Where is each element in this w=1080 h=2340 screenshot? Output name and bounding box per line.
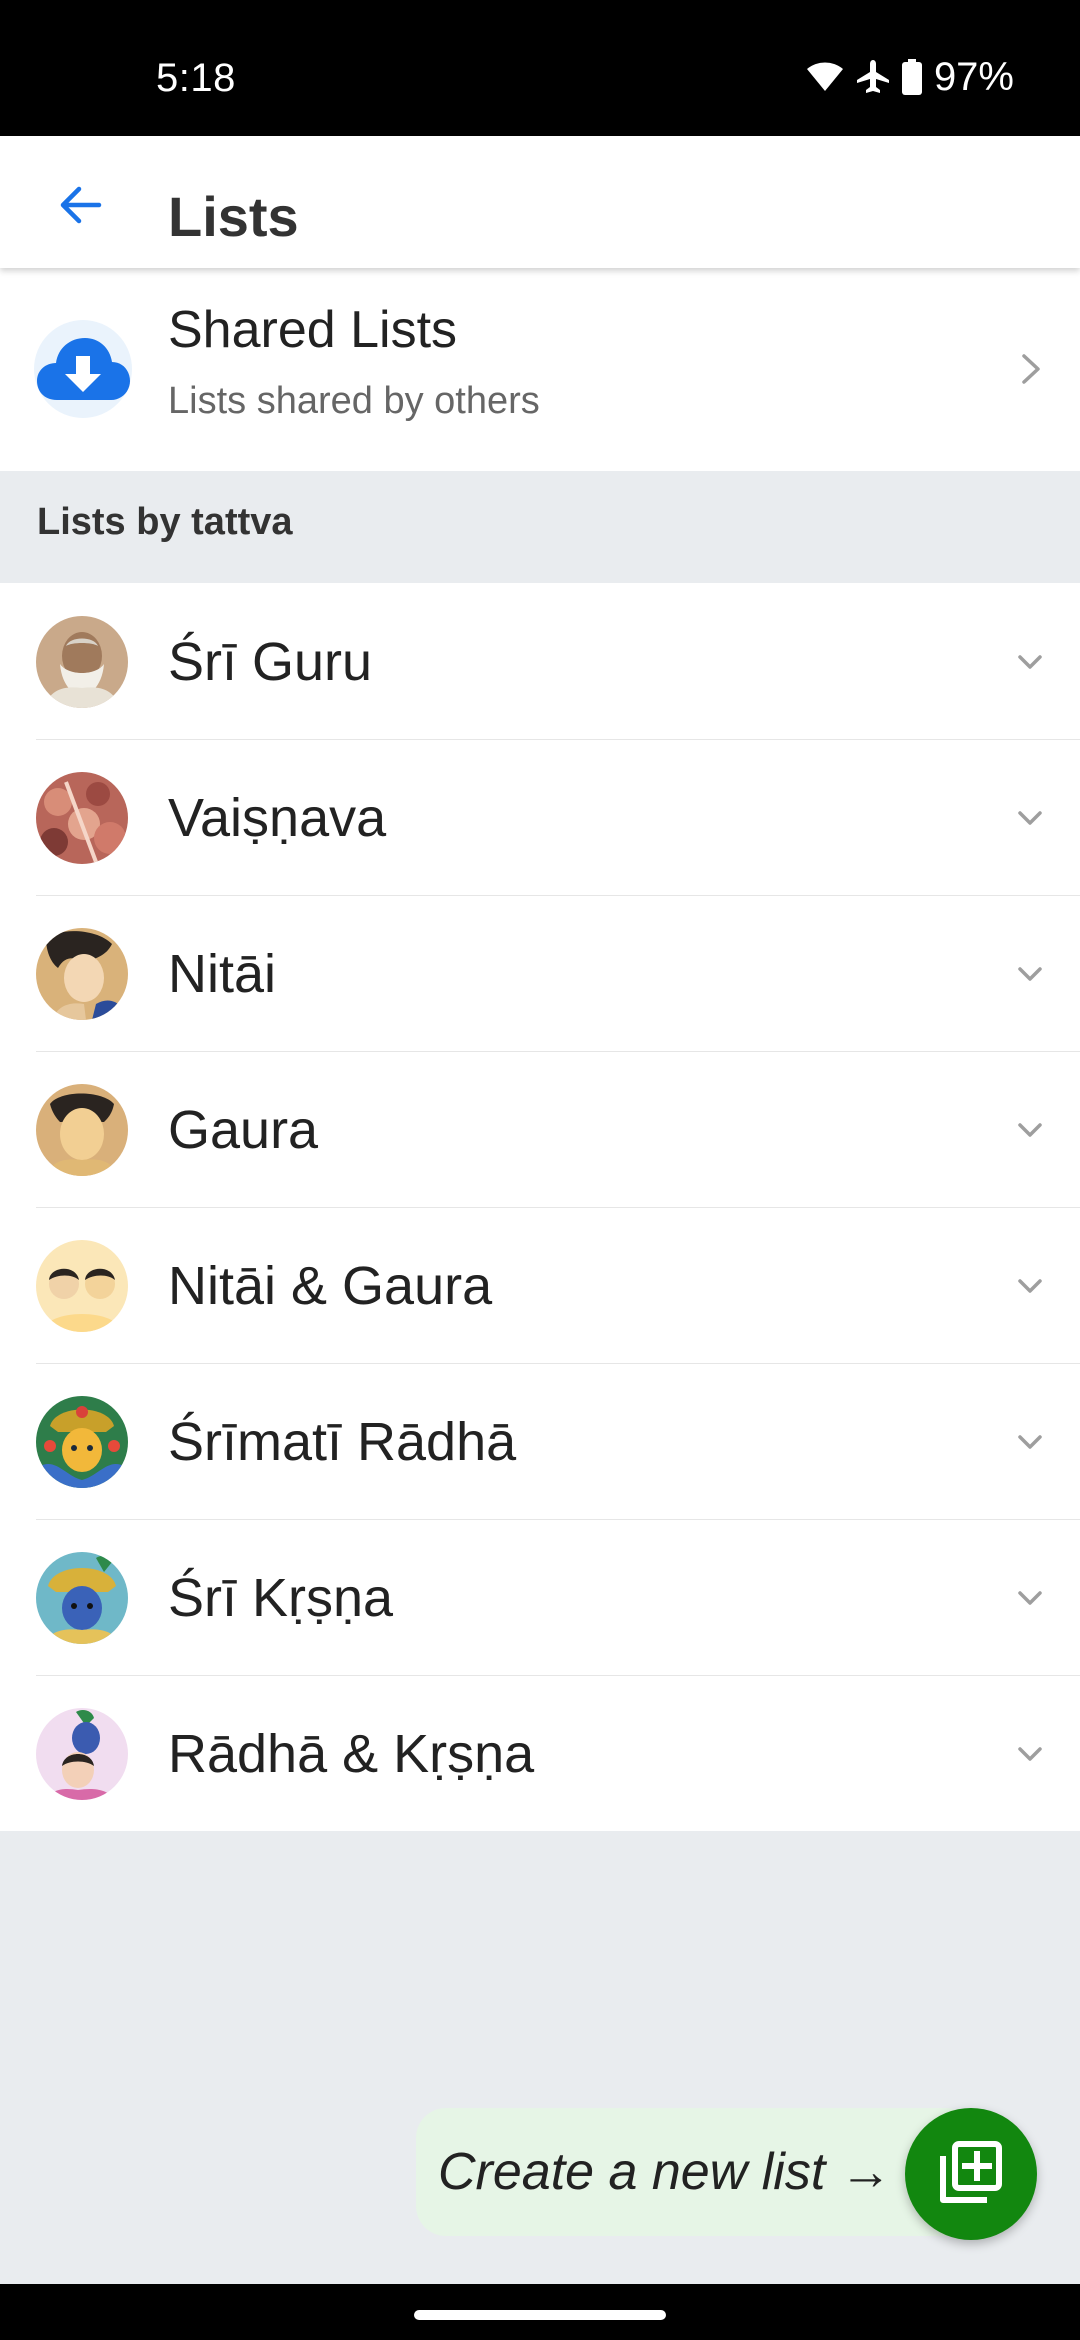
chevron-down-icon[interactable] xyxy=(1010,1735,1050,1775)
shared-lists-subtitle: Lists shared by others xyxy=(168,380,540,422)
create-list-hint[interactable]: Create a new list → xyxy=(416,2108,976,2236)
avatar xyxy=(36,616,128,708)
add-list-icon xyxy=(937,2138,1005,2211)
avatar xyxy=(36,928,128,1020)
list-item[interactable]: Gaura xyxy=(0,1051,1080,1207)
list-item[interactable]: Nitāi & Gaura xyxy=(0,1207,1080,1363)
shared-lists-title: Shared Lists xyxy=(168,301,458,359)
back-button[interactable] xyxy=(40,166,122,248)
chevron-down-icon[interactable] xyxy=(1010,643,1050,683)
chevron-down-icon[interactable] xyxy=(1010,1111,1050,1151)
airplane-icon xyxy=(856,59,890,95)
chevron-right-icon xyxy=(1010,346,1050,392)
list-item-label: Śrīmatī Rādhā xyxy=(168,1412,517,1472)
avatar xyxy=(36,1708,128,1800)
list-item-label: Gaura xyxy=(168,1100,319,1160)
list-item[interactable]: Rādhā & Kṛṣṇa xyxy=(0,1675,1080,1831)
list-item[interactable]: Nitāi xyxy=(0,895,1080,1051)
create-list-hint-text: Create a new list → xyxy=(438,2143,892,2201)
chevron-down-icon[interactable] xyxy=(1010,955,1050,995)
avatar xyxy=(36,1240,128,1332)
cloud-download-icon xyxy=(34,320,132,418)
list-item-label: Śrī Guru xyxy=(168,632,373,692)
chevron-down-icon[interactable] xyxy=(1010,1267,1050,1307)
shared-lists-row[interactable]: Shared Lists Lists shared by others xyxy=(0,268,1080,471)
avatar xyxy=(36,1396,128,1488)
home-indicator[interactable] xyxy=(414,2310,666,2320)
chevron-down-icon[interactable] xyxy=(1010,1579,1050,1619)
section-header: Lists by tattva xyxy=(0,471,1080,583)
list-item-label: Nitāi xyxy=(168,944,277,1004)
battery-icon xyxy=(901,59,922,95)
arrow-left-icon xyxy=(59,185,103,230)
navigation-bar xyxy=(0,2284,1080,2340)
wifi-icon xyxy=(806,61,844,93)
list-item[interactable]: Śrīmatī Rādhā xyxy=(0,1363,1080,1519)
status-time: 5:18 xyxy=(156,56,236,100)
tattva-list: Śrī Guru Vaiṣṇava Nitāi Gaura Nitāi & Ga… xyxy=(0,583,1080,1831)
status-icons: 97% xyxy=(806,54,1014,100)
section-title: Lists by tattva xyxy=(37,501,293,543)
avatar xyxy=(36,1084,128,1176)
list-item-label: Rādhā & Kṛṣṇa xyxy=(168,1724,535,1784)
avatar xyxy=(36,1552,128,1644)
create-list-button[interactable] xyxy=(905,2108,1037,2240)
list-item-label: Nitāi & Gaura xyxy=(168,1256,493,1316)
list-item[interactable]: Vaiṣṇava xyxy=(0,739,1080,895)
chevron-down-icon[interactable] xyxy=(1010,799,1050,839)
app-bar: Lists xyxy=(0,136,1080,268)
list-item-label: Śrī Kṛṣṇa xyxy=(168,1568,394,1628)
list-item-label: Vaiṣṇava xyxy=(168,788,387,848)
chevron-down-icon[interactable] xyxy=(1010,1423,1050,1463)
list-item[interactable]: Śrī Kṛṣṇa xyxy=(0,1519,1080,1675)
avatar xyxy=(36,772,128,864)
status-bar: 5:18 97% xyxy=(0,0,1080,136)
list-item[interactable]: Śrī Guru xyxy=(0,583,1080,739)
page-title: Lists xyxy=(168,185,299,248)
battery-percent: 97% xyxy=(933,54,1014,99)
